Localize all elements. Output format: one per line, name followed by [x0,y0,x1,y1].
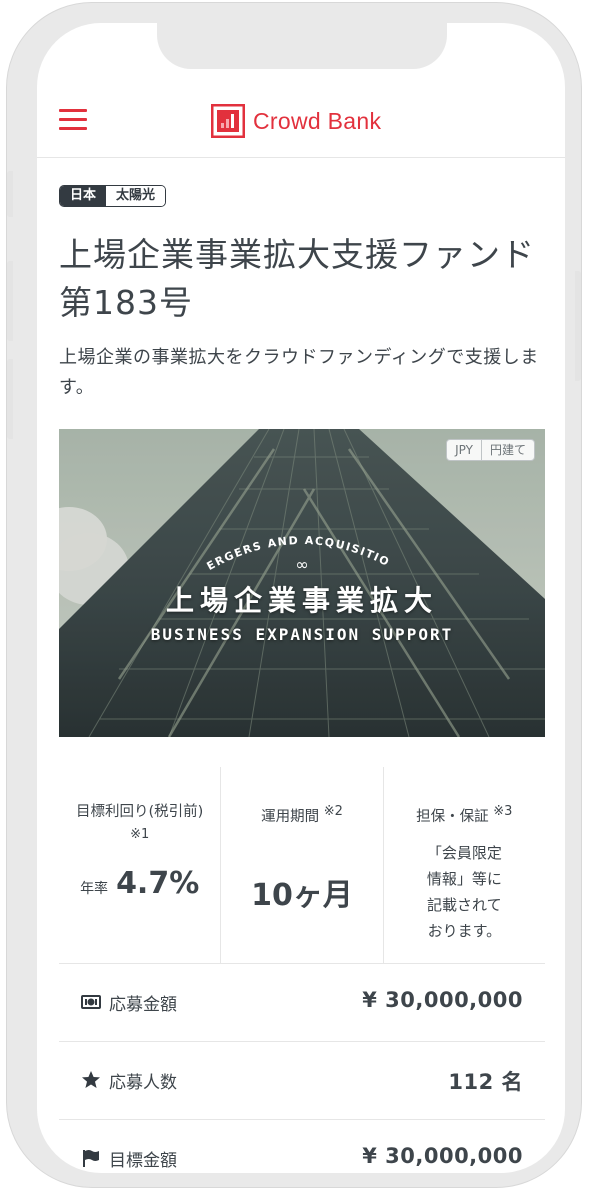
stat-period-note: ※2 [323,804,343,819]
tag-country: 日本 [60,186,107,206]
stat-period-label: 運用期間 ※2 [261,804,343,825]
row-applicant-count-label: 応募人数 [109,1073,177,1093]
stat-period: 運用期間 ※2 10ヶ月 [221,767,384,963]
fund-summary-rows: 応募金額 ¥ 30,000,000 応募人数 112 名 目標金額 ¥ 30,0… [59,963,545,1173]
crowd-bank-logo-icon [211,104,245,138]
row-applicant-count: 応募人数 112 名 [59,1041,545,1119]
brand-logo[interactable]: Crowd Bank [211,103,381,139]
row-target-amount: 目標金額 ¥ 30,000,000 [59,1119,545,1173]
fund-stats: 目標利回り(税引前) ※1 年率4.7% 運用期間 ※2 10ヶ月 担保・保証 [59,767,545,963]
currency-code: JPY [455,443,473,457]
infinity-icon: ∞ [295,555,309,574]
stat-collateral-label: 担保・保証 ※3 [416,804,513,825]
row-applied-amount-value: ¥ 30,000,000 [362,988,523,1012]
phone-volume-down [7,359,13,439]
stat-collateral-note: ※3 [493,804,513,819]
app-header: Crowd Bank [37,79,565,158]
phone-notch [157,23,447,69]
phone-frame: Crowd Bank 日本 太陽光 上場企業事業拡大支援ファンド第183号 上場… [6,2,582,1188]
row-target-amount-label: 目標金額 [109,1151,177,1171]
row-applied-amount: 応募金額 ¥ 30,000,000 [59,963,545,1041]
phone-screen: Crowd Bank 日本 太陽光 上場企業事業拡大支援ファンド第183号 上場… [37,23,565,1173]
row-applied-amount-label: 応募金額 [109,995,177,1015]
phone-mute-switch [7,171,13,217]
brand-name: Crowd Bank [253,107,382,134]
flag-icon [83,1150,99,1167]
phone-volume-up [7,261,13,341]
currency-badge: JPY 円建て [446,439,535,461]
hamburger-menu-icon[interactable] [59,109,87,131]
fund-hero-image: MERGERS AND ACQUISITIONS ∞ 上場企業事業拡大 BUSI… [59,429,545,737]
money-icon [81,995,101,1009]
fund-tags: 日本 太陽光 [59,185,167,207]
fund-subtitle: 上場企業の事業拡大をクラウドファンディングで支援します。 [59,347,539,398]
stat-yield-note: ※1 [130,827,150,842]
stat-yield-prefix: 年率 [80,881,109,897]
stat-period-value: 10ヶ月 [251,877,353,913]
star-icon [82,1071,100,1088]
fund-title: 上場企業事業拡大支援ファンド第183号 [59,235,535,322]
stat-collateral-text: 「会員限定 情報」等に 記載されて おります。 [426,843,502,940]
stat-collateral: 担保・保証 ※3 「会員限定 情報」等に 記載されて おります。 [384,767,545,963]
stat-yield-label: 目標利回り(税引前) ※1 [76,804,204,842]
tag-category: 太陽光 [106,186,166,206]
currency-label: 円建て [480,440,534,460]
stat-yield: 目標利回り(税引前) ※1 年率 4.7% [59,767,222,963]
phone-power-button [575,271,581,381]
hero-main-text: 上場企業事業拡大 [165,584,438,617]
hero-sub-text: BUSINESS EXPANSION SUPPORT [150,625,454,644]
stat-yield-value: 年率 4.7% [80,866,200,901]
row-target-amount-value: ¥ 30,000,000 [362,1144,523,1168]
row-applicant-count-value: 112 名 [448,1070,523,1094]
